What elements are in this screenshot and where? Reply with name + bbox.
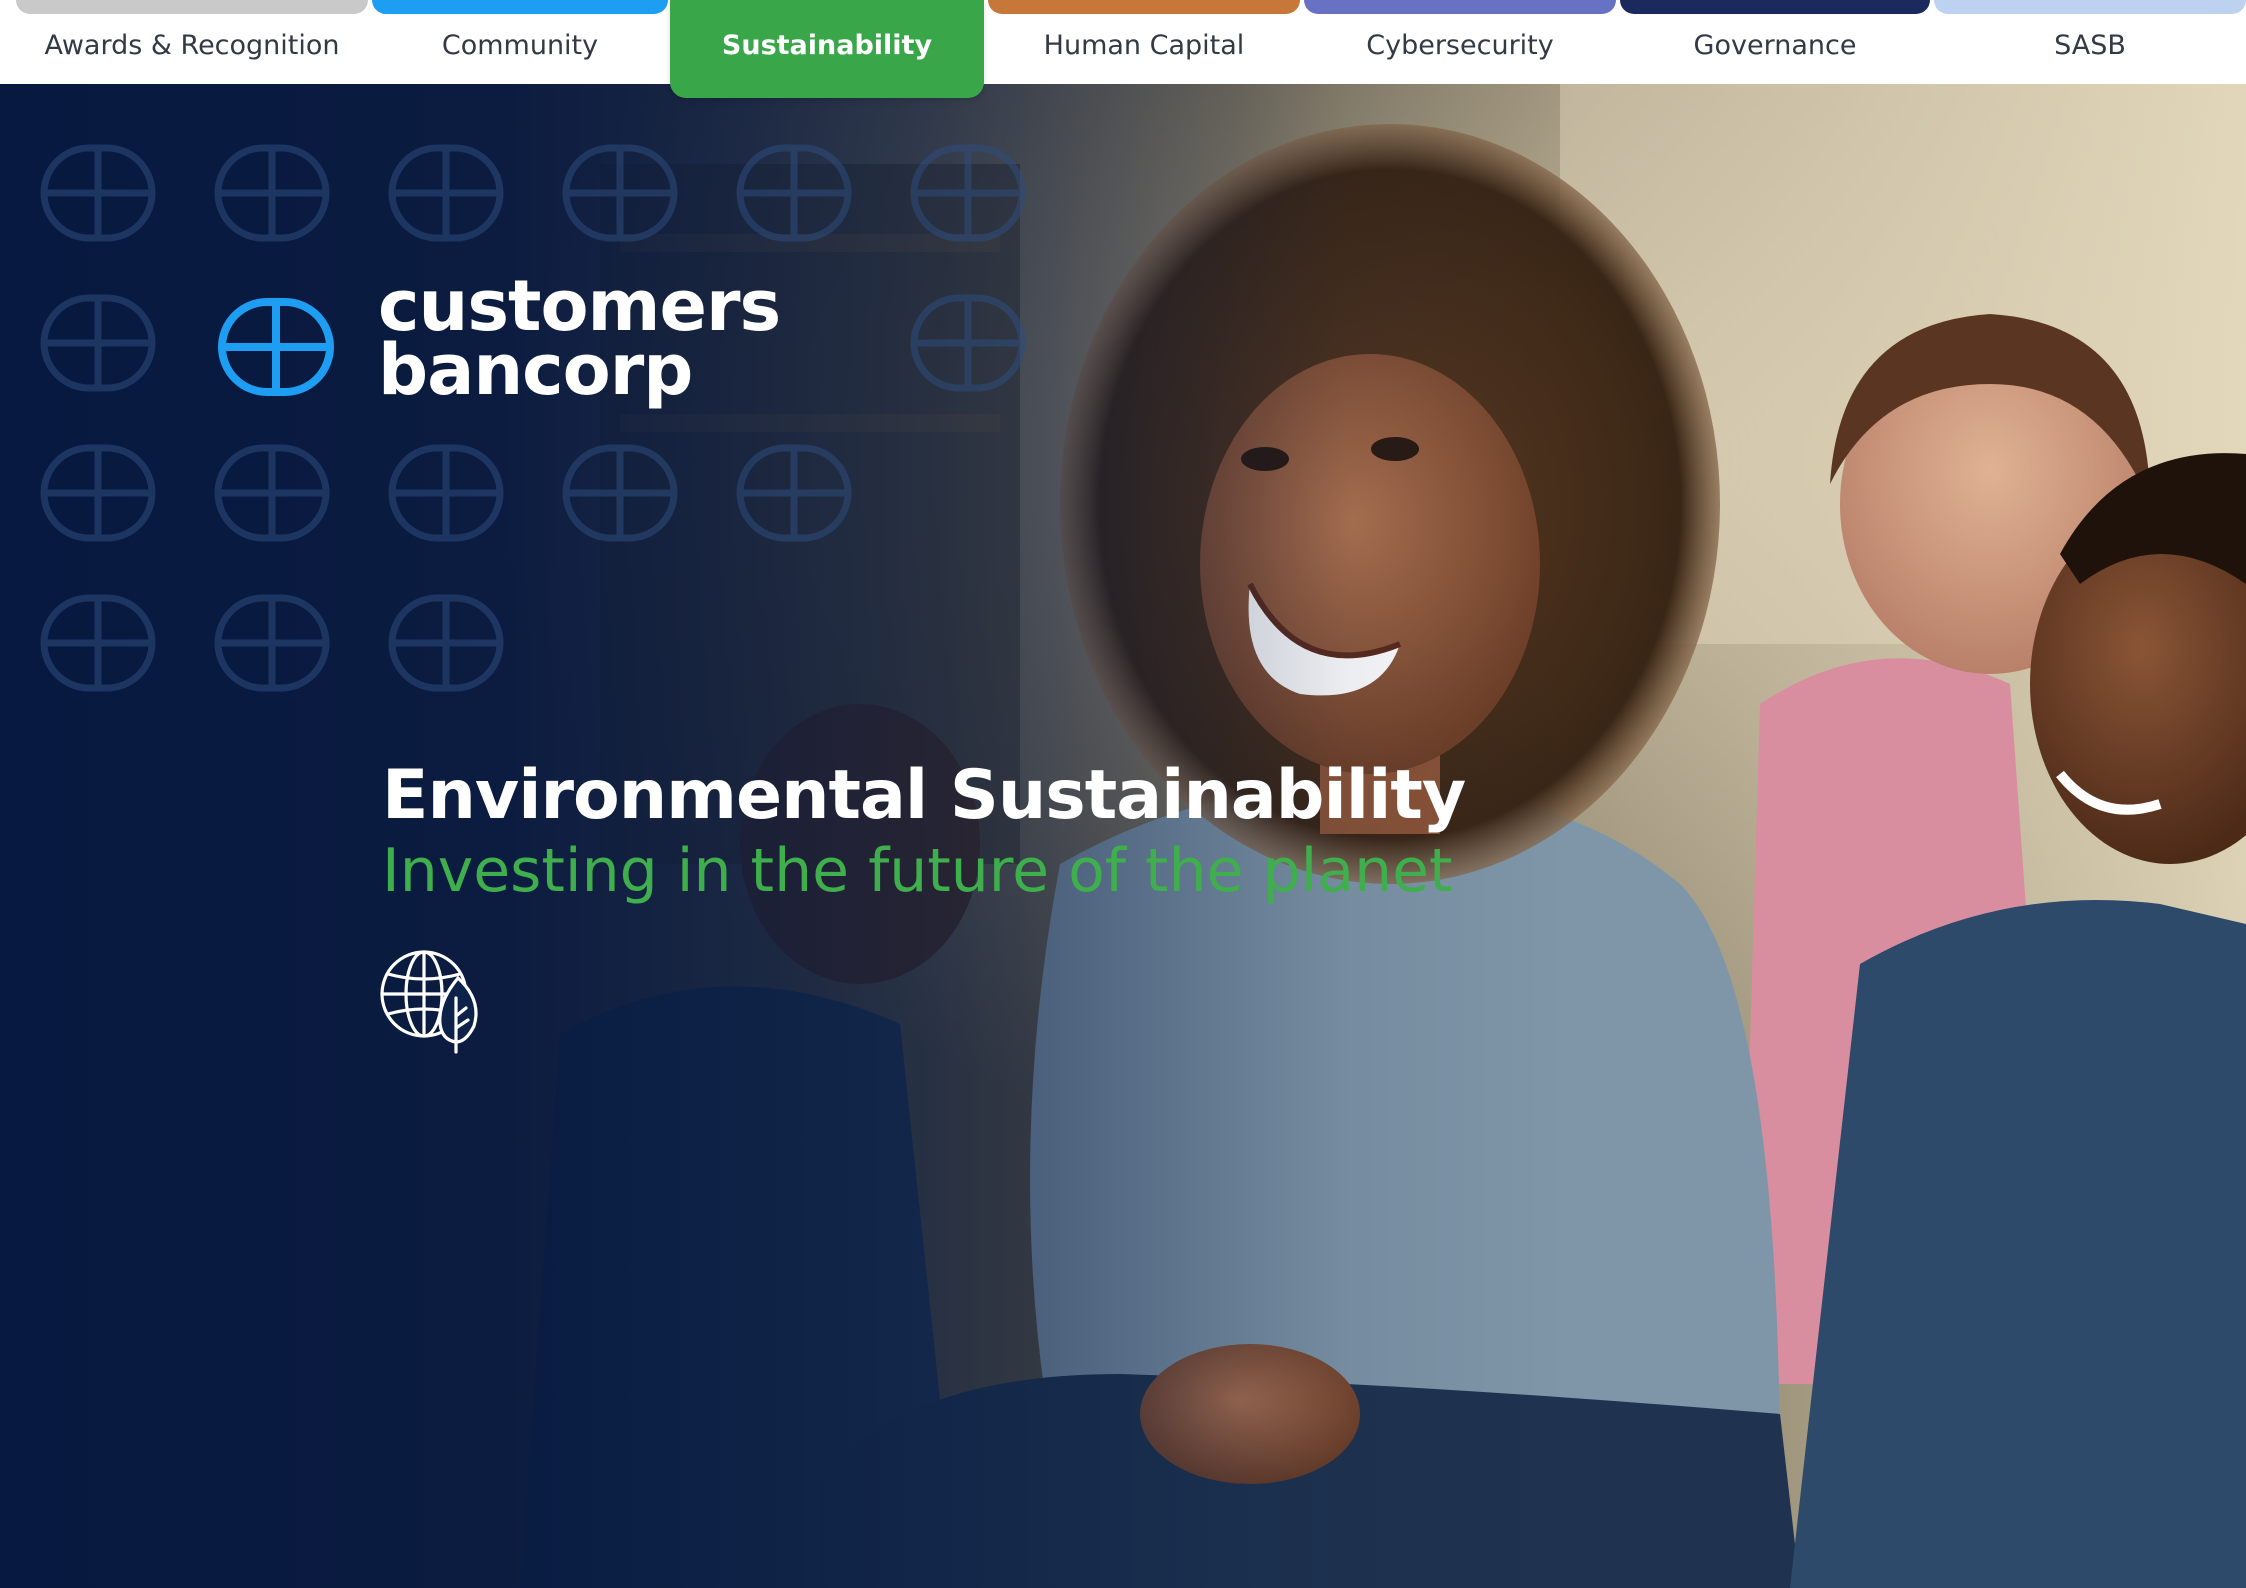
tab-sustainability[interactable]: Sustainability (670, 0, 984, 98)
page-title: Environmental Sustainability (382, 756, 1466, 835)
tab-label: Human Capital (1043, 30, 1245, 61)
page-subtitle: Investing in the future of the planet (382, 836, 1453, 906)
tab-awards-recognition[interactable]: Awards & Recognition (16, 0, 368, 84)
customers-bancorp-logo-icon (218, 298, 334, 396)
hero-banner: customers bancorp Environmental Sustaina… (0, 84, 2246, 1588)
tab-color-bar (1934, 0, 2246, 14)
globe-leaf-icon (380, 950, 478, 1054)
tab-label: Community (441, 30, 599, 61)
tab-governance[interactable]: Governance (1620, 0, 1930, 84)
tab-color-bar (16, 0, 368, 14)
section-nav: Awards & Recognition Community Sustainab… (0, 0, 2246, 98)
tab-human-capital[interactable]: Human Capital (988, 0, 1300, 84)
tab-community[interactable]: Community (372, 0, 668, 84)
tab-label: Awards & Recognition (44, 30, 340, 61)
tab-color-bar (1304, 0, 1616, 14)
tab-color-bar (1620, 0, 1930, 14)
tab-label: Governance (1693, 30, 1857, 61)
tab-color-bar (372, 0, 668, 14)
tab-color-bar (988, 0, 1300, 14)
brand-line-2: bancorp (378, 329, 693, 411)
tab-label: Sustainability (721, 30, 933, 61)
tab-cybersecurity[interactable]: Cybersecurity (1304, 0, 1616, 84)
tab-label: SASB (2054, 30, 2126, 61)
tab-sasb[interactable]: SASB (1934, 0, 2246, 84)
tab-label: Cybersecurity (1366, 30, 1554, 61)
brand-wordmark: customers bancorp (378, 271, 781, 411)
